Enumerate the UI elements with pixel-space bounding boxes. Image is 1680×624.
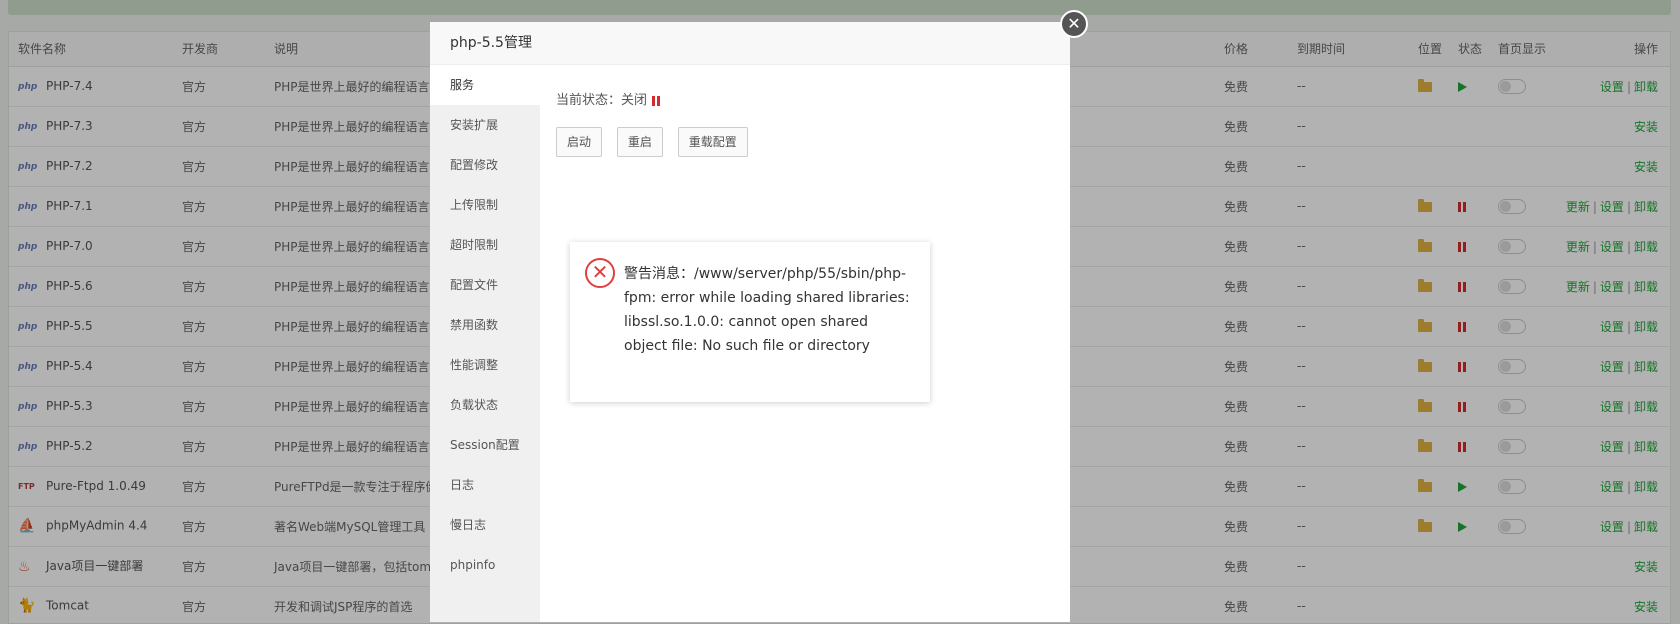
status-label: 当前状态：关闭 bbox=[556, 93, 648, 108]
sidebar-item[interactable]: 超时限制 bbox=[430, 225, 540, 265]
sidebar-item[interactable]: phpinfo bbox=[430, 545, 540, 585]
stopped-icon bbox=[652, 95, 661, 106]
alert-message: 警告消息：/www/server/php/55/sbin/php-fpm: er… bbox=[624, 266, 910, 354]
close-icon[interactable]: ✕ bbox=[1060, 10, 1088, 38]
sidebar-item[interactable]: 上传限制 bbox=[430, 185, 540, 225]
sidebar-item[interactable]: 慢日志 bbox=[430, 505, 540, 545]
service-status: 当前状态：关闭 bbox=[556, 89, 1054, 113]
sidebar-item[interactable]: Session配置 bbox=[430, 425, 540, 465]
dialog-sidebar: 服务 安装扩展 配置修改 上传限制 超时限制 配置文件 禁用函数 性能调整 负载状态 Sessio… bbox=[430, 65, 540, 622]
sidebar-item[interactable]: 配置文件 bbox=[430, 265, 540, 305]
dialog-title: php-5.5管理 bbox=[430, 22, 1070, 65]
sidebar-item[interactable]: 负载状态 bbox=[430, 385, 540, 425]
sidebar-item[interactable]: 服务 bbox=[430, 65, 540, 105]
error-icon: ✕ bbox=[585, 258, 615, 288]
start-button[interactable]: 启动 bbox=[556, 127, 603, 157]
restart-button[interactable]: 重启 bbox=[616, 127, 663, 157]
sidebar-item[interactable]: 配置修改 bbox=[430, 145, 540, 185]
sidebar-item[interactable]: 安装扩展 bbox=[430, 105, 540, 145]
sidebar-item[interactable]: 性能调整 bbox=[430, 345, 540, 385]
service-buttons: 启动 重启 重载配置 bbox=[556, 127, 1054, 157]
error-alert: ✕ 警告消息：/www/server/php/55/sbin/php-fpm: … bbox=[570, 242, 930, 402]
reload-config-button[interactable]: 重载配置 bbox=[677, 127, 748, 157]
sidebar-item[interactable]: 禁用函数 bbox=[430, 305, 540, 345]
sidebar-item[interactable]: 日志 bbox=[430, 465, 540, 505]
